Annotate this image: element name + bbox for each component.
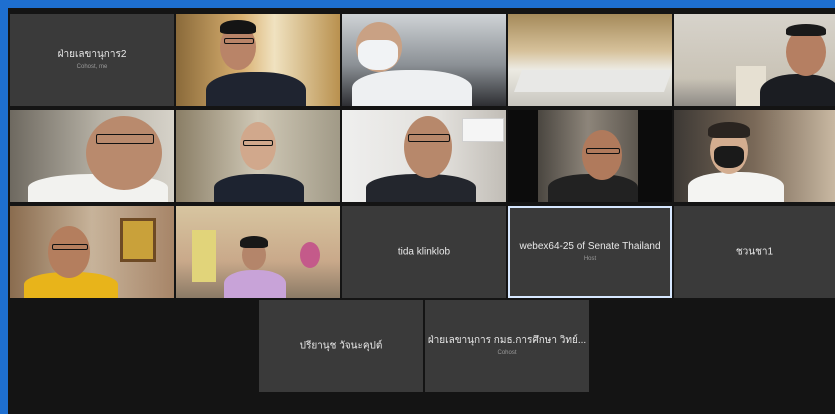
- video-feed: [508, 14, 672, 106]
- participant-video-tile[interactable]: [508, 110, 672, 202]
- participant-name: ฝ่ายเลขานุการ กมธ.การศึกษา วิทย์...: [427, 335, 587, 346]
- conference-table: [513, 70, 672, 92]
- participant-role: Cohost, me: [76, 64, 108, 70]
- participant-video-tile[interactable]: [674, 110, 835, 202]
- participant-video-tile[interactable]: [342, 14, 506, 106]
- participant-video-tile[interactable]: [508, 14, 672, 106]
- person-hair: [240, 236, 268, 248]
- participant-role: Host: [583, 256, 597, 262]
- person-head: [48, 226, 90, 278]
- participant-name: ปรียานุช วัจนะคุปต์: [299, 340, 383, 352]
- participant-video-tile[interactable]: [176, 110, 340, 202]
- participant-name: ฝ่ายเลขานุการ2: [57, 49, 127, 60]
- person-head: [404, 116, 452, 178]
- glasses: [52, 244, 88, 250]
- participant-name: tida klinklob: [397, 246, 451, 258]
- person-hair: [786, 24, 826, 36]
- participant-role: Cohost: [497, 350, 517, 356]
- cabinet: [192, 230, 216, 282]
- person-head: [240, 122, 276, 170]
- flowers: [300, 242, 320, 268]
- participant-tile-secretary2[interactable]: ฝ่ายเลขานุการ2 Cohost, me: [10, 14, 174, 106]
- video-grid: ฝ่ายเลขานุการ2 Cohost, me tida klinklob …: [8, 8, 835, 414]
- person-figure: [214, 174, 304, 202]
- glasses: [96, 134, 154, 144]
- person-figure: [760, 74, 835, 106]
- participant-tile-chuancha[interactable]: ชวนชา1: [674, 206, 835, 298]
- participant-name: ชวนชา1: [735, 246, 774, 258]
- person-head: [582, 130, 622, 180]
- person-figure: [352, 70, 472, 106]
- person-figure: [688, 172, 784, 202]
- participant-video-tile[interactable]: [10, 206, 174, 298]
- participant-video-tile[interactable]: [342, 110, 506, 202]
- person-figure: [224, 270, 286, 298]
- glasses: [243, 140, 273, 146]
- glasses: [224, 38, 254, 44]
- participant-video-tile[interactable]: [10, 110, 174, 202]
- person-figure: [206, 72, 306, 106]
- participant-video-tile[interactable]: [674, 14, 835, 106]
- picture-frame: [120, 218, 156, 262]
- face-mask: [358, 40, 398, 70]
- glasses: [586, 148, 620, 154]
- person-figure: [548, 174, 638, 202]
- face-mask: [714, 146, 744, 168]
- person-hair: [708, 122, 750, 138]
- participant-video-tile[interactable]: [176, 14, 340, 106]
- participant-tile-committee-secretary[interactable]: ฝ่ายเลขานุการ กมธ.การศึกษา วิทย์... Coho…: [425, 300, 589, 392]
- person-hair: [220, 20, 256, 34]
- participant-tile-host[interactable]: webex64-25 of Senate Thailand Host: [508, 206, 672, 298]
- glasses: [408, 134, 450, 142]
- participant-name: webex64-25 of Senate Thailand: [519, 241, 661, 252]
- participant-video-tile[interactable]: [176, 206, 340, 298]
- meeting-window-frame: ฝ่ายเลขานุการ2 Cohost, me tida klinklob …: [0, 0, 835, 414]
- person-figure: [366, 174, 476, 202]
- participant-tile-tida[interactable]: tida klinklob: [342, 206, 506, 298]
- person-head: [86, 116, 162, 190]
- air-conditioner: [462, 118, 504, 142]
- participant-tile-preeyanuch[interactable]: ปรียานุช วัจนะคุปต์: [259, 300, 423, 392]
